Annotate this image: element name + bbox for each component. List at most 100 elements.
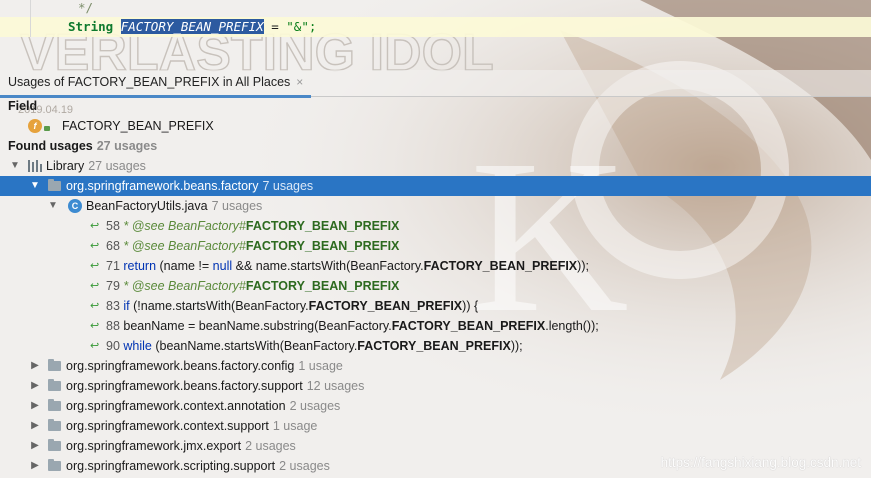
usage-row[interactable]: ↩ 83 if (!name.startsWith(BeanFactory.FA… bbox=[0, 296, 871, 316]
library-icon bbox=[28, 160, 42, 172]
usage-arrow-icon: ↩ bbox=[90, 220, 100, 232]
close-icon[interactable]: × bbox=[296, 75, 303, 89]
assignment-operator: = bbox=[263, 19, 287, 34]
package-name: org.springframework.scripting.support bbox=[66, 459, 276, 473]
line-number: 88 bbox=[106, 319, 120, 333]
code-text: beanName = beanName.substring(BeanFactor… bbox=[123, 319, 392, 333]
package-node-beans-factory-support[interactable]: ▶ org.springframework.beans.factory.supp… bbox=[0, 376, 871, 396]
chevron-right-icon[interactable]: ▶ bbox=[30, 356, 40, 376]
package-name: org.springframework.beans.factory.config bbox=[66, 359, 295, 373]
chevron-down-icon[interactable]: ▼ bbox=[30, 176, 40, 196]
package-name: org.springframework.context.annotation bbox=[66, 399, 286, 413]
tab-label: Usages of FACTORY_BEAN_PREFIX in All Pla… bbox=[8, 75, 291, 89]
gutter bbox=[0, 0, 31, 18]
line-number: 79 bbox=[106, 279, 120, 293]
code-text: )) { bbox=[462, 299, 479, 313]
package-folder-icon bbox=[48, 179, 61, 191]
package-count: 2 usages bbox=[289, 399, 341, 413]
comment-text: * @see BeanFactory# bbox=[123, 279, 246, 293]
chevron-down-icon[interactable]: ▼ bbox=[48, 196, 58, 216]
match-text: FACTORY_BEAN_PREFIX bbox=[423, 259, 578, 273]
usage-arrow-icon: ↩ bbox=[90, 340, 100, 352]
code-text: && name.startsWith(BeanFactory. bbox=[232, 259, 424, 273]
package-folder-icon bbox=[48, 399, 61, 411]
found-usages-label: Found usages bbox=[8, 139, 93, 153]
package-name: org.springframework.context.support bbox=[66, 419, 269, 433]
code-text: )); bbox=[510, 339, 523, 353]
found-usages-count: 27 usages bbox=[96, 139, 158, 153]
line-number: 71 bbox=[106, 259, 120, 273]
usage-row[interactable]: ↩ 79 * @see BeanFactory#FACTORY_BEAN_PRE… bbox=[0, 276, 871, 296]
code-editor: */ String FACTORY_BEAN_PREFIX = "&"; bbox=[0, 0, 871, 70]
usage-row[interactable]: ↩ 90 while (beanName.startsWith(BeanFact… bbox=[0, 336, 871, 356]
usage-arrow-icon: ↩ bbox=[90, 300, 100, 312]
usage-row[interactable]: ↩ 88 beanName = beanName.substring(BeanF… bbox=[0, 316, 871, 336]
file-node[interactable]: ▼ C BeanFactoryUtils.java 7 usages bbox=[0, 196, 871, 216]
comment-text: */ bbox=[78, 0, 94, 15]
package-folder-icon bbox=[48, 379, 61, 391]
gutter bbox=[0, 17, 31, 37]
chevron-right-icon[interactable]: ▶ bbox=[30, 396, 40, 416]
library-count: 27 usages bbox=[88, 159, 146, 173]
usage-arrow-icon: ↩ bbox=[90, 320, 100, 332]
found-usages-header: Found usages 27 usages bbox=[0, 136, 871, 156]
match-text: FACTORY_BEAN_PREFIX bbox=[245, 279, 400, 293]
package-folder-icon bbox=[48, 459, 61, 471]
line-number: 58 bbox=[106, 219, 120, 233]
chevron-down-icon[interactable]: ▼ bbox=[10, 156, 20, 176]
match-text: FACTORY_BEAN_PREFIX bbox=[245, 239, 400, 253]
field-icon: f bbox=[28, 119, 42, 133]
keyword: return bbox=[123, 259, 157, 273]
type-keyword: String bbox=[68, 19, 114, 34]
package-count: 1 usage bbox=[272, 419, 318, 433]
field-name: FACTORY_BEAN_PREFIX bbox=[62, 119, 214, 133]
tab-usages[interactable]: Usages of FACTORY_BEAN_PREFIX in All Pla… bbox=[0, 70, 312, 98]
package-count: 12 usages bbox=[306, 379, 365, 393]
comment-text: * @see BeanFactory# bbox=[123, 239, 246, 253]
match-text: FACTORY_BEAN_PREFIX bbox=[245, 219, 400, 233]
package-folder-icon bbox=[48, 419, 61, 431]
package-node-context-annotation[interactable]: ▶ org.springframework.context.annotation… bbox=[0, 396, 871, 416]
package-node-beans-factory-config[interactable]: ▶ org.springframework.beans.factory.conf… bbox=[0, 356, 871, 376]
chevron-right-icon[interactable]: ▶ bbox=[30, 416, 40, 436]
match-text: FACTORY_BEAN_PREFIX bbox=[357, 339, 511, 353]
java-class-icon: C bbox=[68, 199, 82, 213]
match-text: FACTORY_BEAN_PREFIX bbox=[391, 319, 546, 333]
package-name: org.springframework.beans.factory bbox=[66, 179, 259, 193]
code-line-declaration[interactable]: String FACTORY_BEAN_PREFIX = "&"; bbox=[0, 17, 871, 37]
code-line-comment-end: */ bbox=[0, 0, 871, 18]
package-node-context-support[interactable]: ▶ org.springframework.context.support 1 u… bbox=[0, 416, 871, 436]
library-label: Library bbox=[46, 159, 85, 173]
selected-field-name[interactable]: FACTORY_BEAN_PREFIX bbox=[120, 19, 264, 34]
code-text: (name != bbox=[156, 259, 213, 273]
line-number: 90 bbox=[106, 339, 120, 353]
lock-icon bbox=[44, 126, 50, 131]
find-usages-tabbar: Usages of FACTORY_BEAN_PREFIX in All Pla… bbox=[0, 70, 871, 98]
library-node[interactable]: ▼ Library 27 usages bbox=[0, 156, 871, 176]
comment-text: * @see BeanFactory# bbox=[123, 219, 246, 233]
chevron-right-icon[interactable]: ▶ bbox=[30, 456, 40, 476]
package-folder-icon bbox=[48, 439, 61, 451]
package-count: 7 usages bbox=[262, 179, 314, 193]
usage-row[interactable]: ↩ 68 * @see BeanFactory#FACTORY_BEAN_PRE… bbox=[0, 236, 871, 256]
usage-arrow-icon: ↩ bbox=[90, 280, 100, 292]
keyword: null bbox=[212, 259, 233, 273]
string-literal: "&"; bbox=[286, 19, 317, 34]
package-name: org.springframework.jmx.export bbox=[66, 439, 242, 453]
chevron-right-icon[interactable]: ▶ bbox=[30, 436, 40, 456]
package-count: 2 usages bbox=[245, 439, 296, 453]
field-header-label: Field bbox=[8, 99, 38, 113]
package-count: 2 usages bbox=[279, 459, 330, 473]
file-name: BeanFactoryUtils.java bbox=[86, 199, 208, 213]
line-number: 83 bbox=[106, 299, 120, 313]
package-node-jmx-export[interactable]: ▶ org.springframework.jmx.export 2 usages bbox=[0, 436, 871, 456]
usage-row[interactable]: ↩ 58 * @see BeanFactory#FACTORY_BEAN_PRE… bbox=[0, 216, 871, 236]
line-number: 68 bbox=[106, 239, 120, 253]
code-text: (beanName.startsWith(BeanFactory. bbox=[151, 339, 358, 353]
match-text: FACTORY_BEAN_PREFIX bbox=[308, 299, 463, 313]
field-row[interactable]: f FACTORY_BEAN_PREFIX bbox=[0, 116, 871, 136]
usage-row[interactable]: ↩ 71 return (name != null && name.starts… bbox=[0, 256, 871, 276]
package-node-beans-factory[interactable]: ▼ org.springframework.beans.factory 7 usa… bbox=[0, 176, 871, 196]
chevron-right-icon[interactable]: ▶ bbox=[30, 376, 40, 396]
package-folder-icon bbox=[48, 359, 61, 371]
